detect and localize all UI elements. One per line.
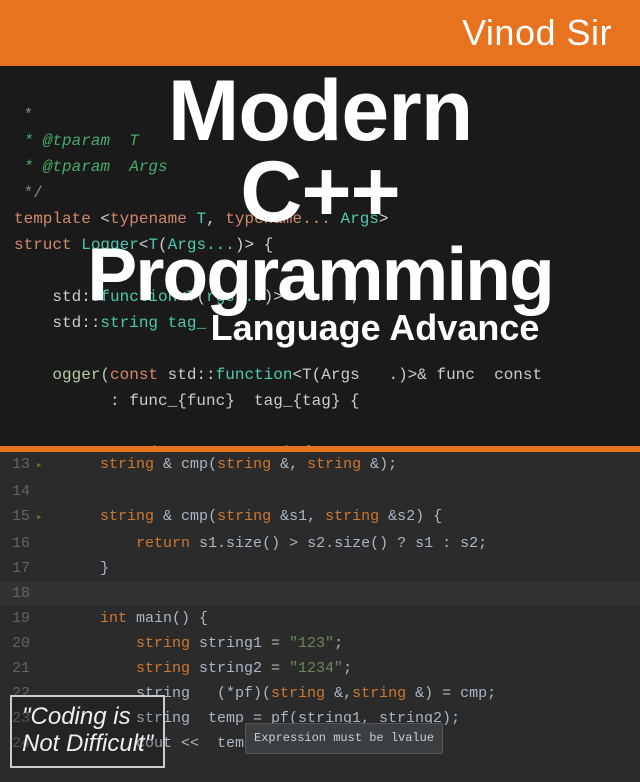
quote-line-2: Not Difficult" [22,730,153,758]
author-name: Vinod Sir [462,12,612,54]
code-line: 13▸ string & cmp(string &, string &); [0,452,640,479]
code-line: 19 int main() { [0,606,640,631]
quote-line-1: "Coding is [22,703,153,731]
code-top-block: * * @tparam T * @tparam Args */ template… [0,66,640,446]
code-line: 15▸ string & cmp(string &s1, string &s2)… [0,504,640,531]
quote-box: "Coding is Not Difficult" [10,695,165,768]
header-bar: Vinod Sir [0,0,640,66]
code-line: 20 string string1 = "123"; [0,631,640,656]
code-line: 16 return s1.size() > s2.size() ? s1 : s… [0,531,640,556]
error-tooltip: Expression must be lvalue [245,723,443,754]
code-line: 21 string string2 = "1234"; [0,656,640,681]
code-line: 18 [0,581,640,606]
code-line: 14 [0,479,640,504]
code-line: 17 } [0,556,640,581]
